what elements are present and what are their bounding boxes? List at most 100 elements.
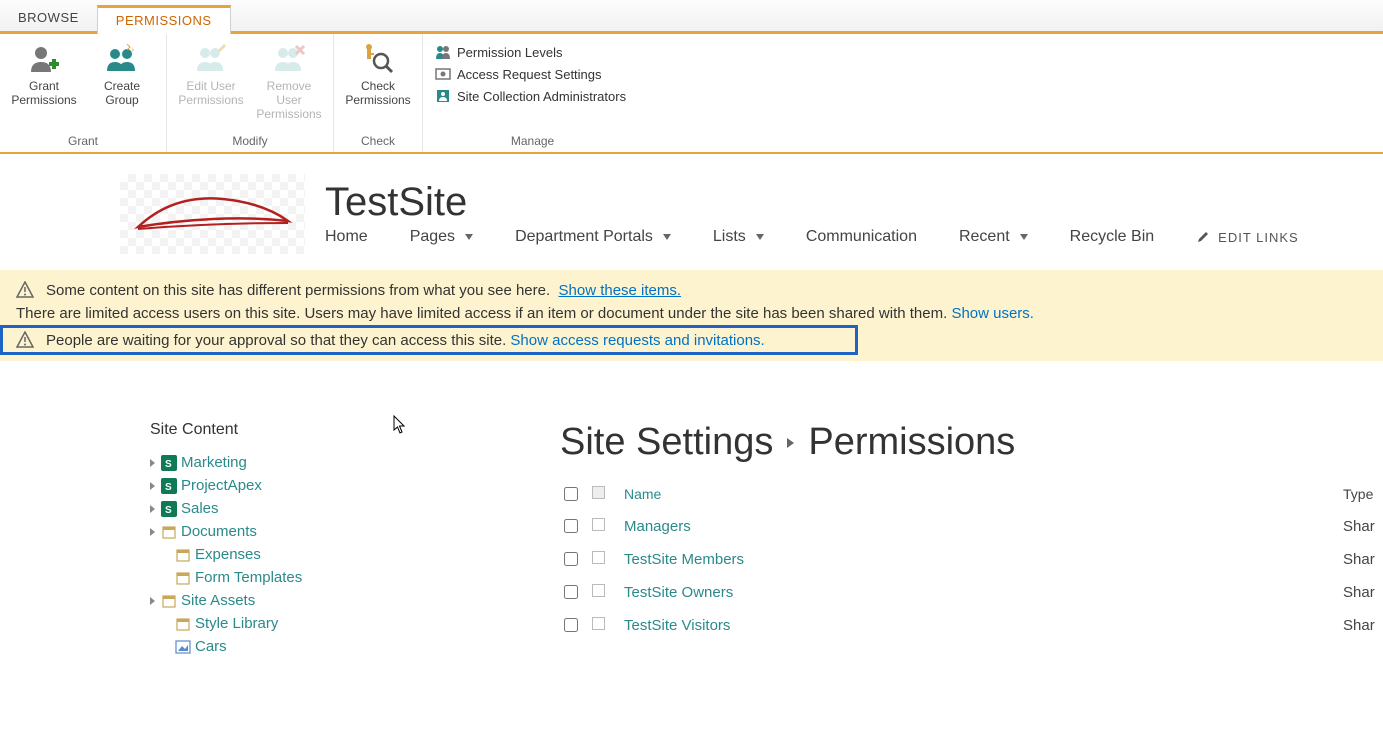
nav-recycle-label: Recycle Bin [1070, 228, 1154, 246]
expand-caret-icon[interactable] [150, 597, 155, 605]
ribbon-group-grant-label: Grant [8, 132, 158, 152]
access-request-settings-button[interactable]: Access Request Settings [435, 66, 626, 82]
car-logo-icon [133, 189, 293, 239]
edit-user-permissions-label: Edit User Permissions [175, 80, 247, 108]
notification-banner: Some content on this site has different … [0, 270, 1383, 361]
select-all-checkbox[interactable] [564, 487, 578, 501]
nav-recycle-bin[interactable]: Recycle Bin [1070, 228, 1154, 246]
site-collection-admins-button[interactable]: Site Collection Administrators [435, 88, 626, 104]
sidebar-item-label: Cars [195, 638, 227, 655]
column-header-type[interactable]: Type [1343, 486, 1383, 502]
nav-home[interactable]: Home [325, 228, 368, 246]
nav-recent[interactable]: Recent [959, 228, 1028, 246]
row-edit-icon[interactable] [592, 584, 605, 597]
permissions-panel: Site Settings Permissions Name Type Mana… [560, 421, 1383, 658]
site-collection-admins-label: Site Collection Administrators [457, 89, 626, 104]
group-name-link[interactable]: TestSite Members [624, 551, 1329, 568]
settings-small-icon [435, 66, 451, 82]
permission-row: TestSite Visitors Shar [560, 609, 1383, 642]
show-users-link[interactable]: Show users. [951, 305, 1034, 322]
warning-icon [16, 281, 34, 299]
warning-icon [16, 331, 34, 349]
sidebar-item-expenses[interactable]: Expenses [150, 543, 470, 566]
group-name-link[interactable]: TestSite Owners [624, 584, 1329, 601]
sidebar-item-style-library[interactable]: Style Library [150, 612, 470, 635]
row-edit-icon[interactable] [592, 617, 605, 630]
sidebar-item-documents[interactable]: Documents [150, 520, 470, 543]
chevron-down-icon [1020, 234, 1028, 240]
edit-user-permissions-button: Edit User Permissions [175, 38, 247, 108]
sidebar-title: Site Content [150, 421, 470, 439]
edit-user-icon [194, 42, 228, 76]
row-checkbox[interactable] [564, 618, 578, 632]
group-type: Shar [1343, 518, 1383, 535]
permission-levels-button[interactable]: Permission Levels [435, 44, 626, 60]
chevron-down-icon [663, 234, 671, 240]
nav-communication-label: Communication [806, 228, 917, 246]
grant-permissions-button[interactable]: Grant Permissions [8, 38, 80, 108]
breadcrumb-site-settings[interactable]: Site Settings [560, 421, 773, 464]
row-checkbox[interactable] [564, 585, 578, 599]
sidebar-item-site-assets[interactable]: Site Assets [150, 589, 470, 612]
sidebar-item-label: Sales [181, 500, 219, 517]
row-checkbox[interactable] [564, 552, 578, 566]
ribbon-group-check: Check Permissions Check [334, 34, 423, 152]
sidebar-item-form-templates[interactable]: Form Templates [150, 566, 470, 589]
nav-communication[interactable]: Communication [806, 228, 917, 246]
svg-text:S: S [165, 482, 172, 493]
group-name-link[interactable]: TestSite Visitors [624, 617, 1329, 634]
row-edit-icon[interactable] [592, 551, 605, 564]
permission-row: TestSite Owners Shar [560, 576, 1383, 609]
notif-limited-access: There are limited access users on this s… [16, 302, 1367, 325]
expand-caret-icon[interactable] [150, 505, 155, 513]
site-header: TestSite Home Pages Department Portals L… [0, 154, 1383, 270]
expand-caret-icon[interactable] [150, 482, 155, 490]
sidebar-item-projectapex[interactable]: SProjectApex [150, 474, 470, 497]
admin-small-icon [435, 88, 451, 104]
permission-row: TestSite Members Shar [560, 543, 1383, 576]
ribbon-tabs: BROWSE PERMISSIONS [0, 0, 1383, 34]
edit-links-button[interactable]: EDIT LINKS [1196, 230, 1299, 245]
row-edit-icon[interactable] [592, 518, 605, 531]
svg-text:S: S [165, 505, 172, 516]
show-these-items-link[interactable]: Show these items. [559, 282, 682, 299]
site-logo[interactable] [120, 174, 305, 254]
nav-pages[interactable]: Pages [410, 228, 473, 246]
expand-caret-icon[interactable] [150, 528, 155, 536]
tab-permissions[interactable]: PERMISSIONS [97, 5, 231, 34]
show-access-requests-link[interactable]: Show access requests and invitations. [510, 332, 764, 349]
group-icon [104, 42, 140, 76]
check-permissions-button[interactable]: Check Permissions [342, 38, 414, 108]
nav-department-label: Department Portals [515, 228, 653, 246]
sidebar-item-marketing[interactable]: SMarketing [150, 451, 470, 474]
notif-pending-approval: People are waiting for your approval so … [0, 325, 858, 355]
sidebar-item-label: Expenses [195, 546, 261, 563]
tab-browse[interactable]: BROWSE [0, 2, 97, 31]
add-user-icon [27, 42, 61, 76]
create-group-button[interactable]: Create Group [86, 38, 158, 108]
chevron-down-icon [465, 234, 473, 240]
ribbon-group-manage: Permission Levels Access Request Setting… [423, 34, 642, 152]
check-permissions-label: Check Permissions [342, 80, 414, 108]
expand-caret-icon[interactable] [150, 459, 155, 467]
sidebar-item-label: Form Templates [195, 569, 302, 586]
group-type: Shar [1343, 617, 1383, 634]
create-group-label: Create Group [86, 80, 158, 108]
ribbon-group-modify-label: Modify [175, 132, 325, 152]
group-type: Shar [1343, 584, 1383, 601]
nav-lists-label: Lists [713, 228, 746, 246]
notif-line3-text: People are waiting for your approval so … [46, 332, 506, 349]
row-checkbox[interactable] [564, 519, 578, 533]
column-header-name[interactable]: Name [624, 486, 1329, 502]
remove-user-icon [272, 42, 306, 76]
nav-home-label: Home [325, 228, 368, 246]
nav-department-portals[interactable]: Department Portals [515, 228, 671, 246]
group-type: Shar [1343, 551, 1383, 568]
permissions-table: Name Type Managers Shar TestSite Members Sh… [560, 478, 1383, 642]
group-name-link[interactable]: Managers [624, 518, 1329, 535]
sidebar-item-cars[interactable]: Cars [150, 635, 470, 658]
sidebar-item-sales[interactable]: S Sales [150, 497, 470, 520]
nav-lists[interactable]: Lists [713, 228, 764, 246]
sidebar: Site Content SMarketingSProjectApexSSale… [150, 421, 470, 658]
access-request-settings-label: Access Request Settings [457, 67, 602, 82]
